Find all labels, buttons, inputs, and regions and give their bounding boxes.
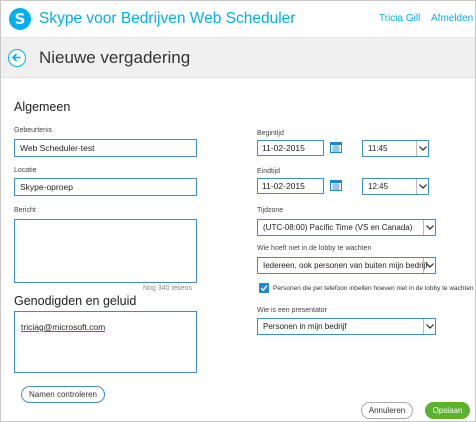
- title-band: Nieuwe vergadering: [1, 38, 475, 78]
- end-time-value: 12:45: [368, 182, 389, 191]
- event-input[interactable]: Web Scheduler-test: [14, 139, 197, 157]
- calendar-icon[interactable]: [330, 142, 342, 153]
- checkmark-icon: [260, 285, 268, 292]
- chevron-down-icon: [416, 179, 428, 194]
- lobby-label: Wie hoeft niet in de lobby te wachten: [257, 245, 372, 252]
- location-label: Locatie: [14, 167, 37, 174]
- message-textarea[interactable]: [14, 219, 197, 283]
- attendee-email: triciag@microsoft.com: [21, 322, 106, 332]
- chevron-down-icon: [416, 141, 428, 156]
- calendar-icon[interactable]: [330, 180, 342, 191]
- chevron-down-icon: [423, 220, 435, 235]
- page-title: Nieuwe vergadering: [39, 48, 191, 67]
- presenter-select[interactable]: Personen in mijn bedrijf: [257, 318, 436, 335]
- user-name-link[interactable]: Tricia Gill: [379, 13, 420, 24]
- back-button[interactable]: [8, 49, 26, 67]
- guests-heading: Genodigden en geluid: [14, 294, 137, 308]
- location-input[interactable]: Skype-oproep: [14, 178, 197, 196]
- chevron-down-icon: [423, 319, 435, 334]
- char-counter: Nog 340 tekens: [143, 285, 193, 292]
- arrow-left-icon: [12, 53, 21, 62]
- presenter-value: Personen in mijn bedrijf: [263, 322, 347, 331]
- phone-bypass-label: Personen die per telefoon inbellen hoeve…: [273, 285, 474, 292]
- save-button[interactable]: Opslaan: [425, 402, 470, 419]
- general-heading: Algemeen: [14, 100, 71, 114]
- message-label: Bericht: [14, 207, 36, 214]
- event-label: Gebeurtenis: [14, 127, 53, 134]
- check-names-button[interactable]: Namen controleren: [21, 386, 105, 403]
- timezone-value: (UTC-08:00) Pacific Time (VS en Canada): [263, 223, 413, 232]
- lobby-value: Iedereen, ook personen van buiten mijn b…: [263, 261, 428, 270]
- app-title: Skype voor Bedrijven Web Scheduler: [39, 10, 296, 27]
- phone-bypass-checkbox[interactable]: [259, 283, 269, 293]
- end-date-input[interactable]: 11-02-2015: [257, 178, 324, 194]
- start-time-value: 11:45: [368, 144, 388, 153]
- attendees-textarea[interactable]: triciag@microsoft.com: [14, 311, 197, 373]
- start-date-input[interactable]: 11-02-2015: [257, 140, 324, 156]
- top-bar: S Skype voor Bedrijven Web Scheduler Tri…: [1, 1, 475, 38]
- lobby-select[interactable]: Iedereen, ook personen van buiten mijn b…: [257, 257, 436, 274]
- start-time-label: Begintijd: [257, 130, 284, 137]
- chevron-down-icon: [423, 258, 435, 273]
- end-time-select[interactable]: 12:45: [362, 178, 429, 195]
- end-time-label: Eindtijd: [257, 168, 280, 175]
- start-time-select[interactable]: 11:45: [362, 140, 429, 157]
- timezone-select[interactable]: (UTC-08:00) Pacific Time (VS en Canada): [257, 219, 436, 236]
- signout-link[interactable]: Afmelden: [431, 13, 473, 24]
- cancel-button[interactable]: Annuleren: [361, 402, 413, 419]
- presenter-label: Wie is een presentator: [257, 307, 328, 314]
- skype-logo-icon: S: [9, 8, 31, 30]
- timezone-label: Tijdzone: [257, 207, 284, 214]
